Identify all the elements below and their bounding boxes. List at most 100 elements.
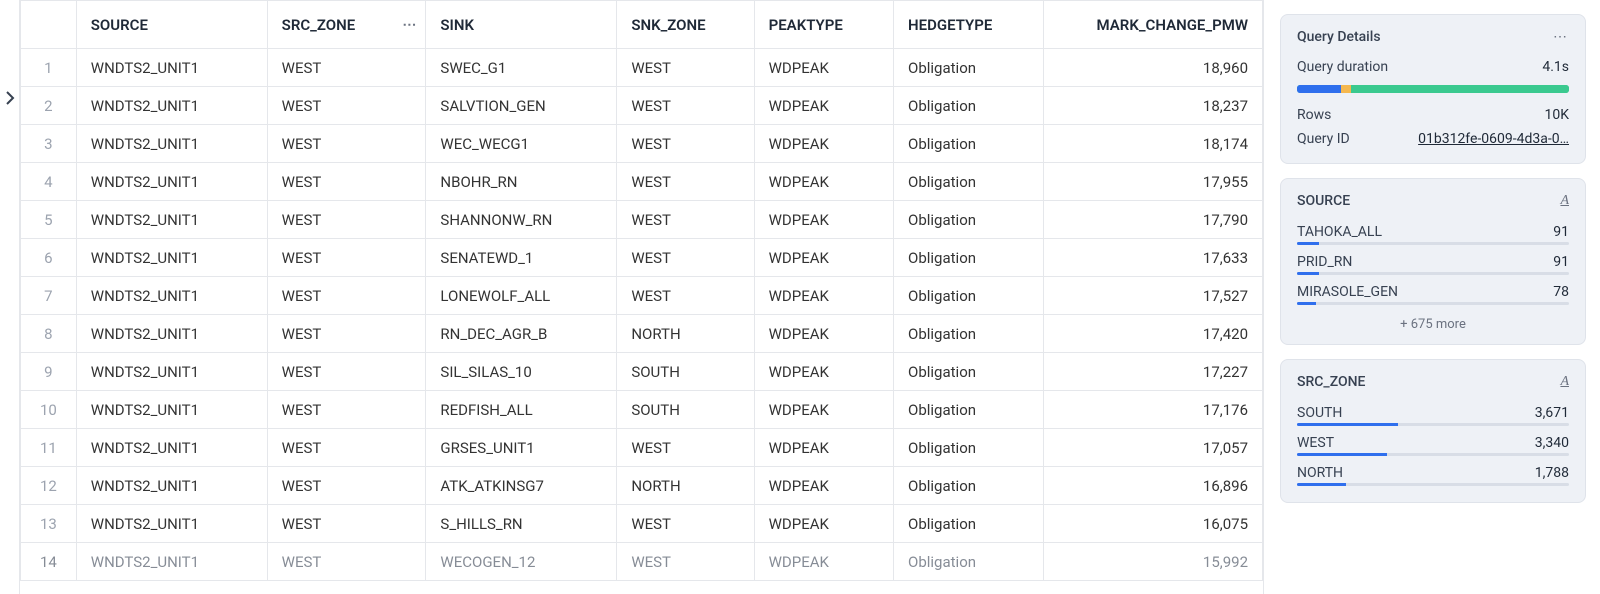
facet-item-count: 78	[1553, 284, 1569, 300]
cell-SNK_ZONE: NORTH	[617, 315, 754, 353]
left-panel-toggle[interactable]	[0, 0, 20, 594]
queryid-label: Query ID	[1297, 131, 1350, 147]
table-row[interactable]: 14WNDTS2_UNIT1WESTWECOGEN_12WESTWDPEAKOb…	[21, 543, 1263, 581]
cell-MARK_CHANGE_PMW: 17,176	[1044, 391, 1263, 429]
facet-bar	[1297, 302, 1569, 305]
cell-SRC_ZONE: WEST	[267, 87, 426, 125]
table-body: 1WNDTS2_UNIT1WESTSWEC_G1WESTWDPEAKObliga…	[21, 49, 1263, 581]
facet-item-label: NORTH	[1297, 465, 1343, 481]
cell-HEDGETYPE: Obligation	[894, 239, 1044, 277]
cell-MARK_CHANGE_PMW: 17,955	[1044, 163, 1263, 201]
table-row[interactable]: 4WNDTS2_UNIT1WESTNBOHR_RNWESTWDPEAKOblig…	[21, 163, 1263, 201]
column-header-MARK_CHANGE_PMW[interactable]: MARK_CHANGE_PMW	[1044, 1, 1263, 49]
rows-value: 10K	[1544, 107, 1569, 123]
cell-SNK_ZONE: NORTH	[617, 467, 754, 505]
cell-SOURCE: WNDTS2_UNIT1	[76, 391, 267, 429]
table-row[interactable]: 6WNDTS2_UNIT1WESTSENATEWD_1WESTWDPEAKObl…	[21, 239, 1263, 277]
column-menu-icon[interactable]: ⋯	[402, 17, 417, 33]
table-row[interactable]: 10WNDTS2_UNIT1WESTREDFISH_ALLSOUTHWDPEAK…	[21, 391, 1263, 429]
column-header-SINK[interactable]: SINK	[426, 1, 617, 49]
cell-SOURCE: WNDTS2_UNIT1	[76, 467, 267, 505]
cell-HEDGETYPE: Obligation	[894, 505, 1044, 543]
cell-PEAKTYPE: WDPEAK	[754, 277, 893, 315]
cell-MARK_CHANGE_PMW: 16,896	[1044, 467, 1263, 505]
table-row[interactable]: 12WNDTS2_UNIT1WESTATK_ATKINSG7NORTHWDPEA…	[21, 467, 1263, 505]
row-number: 11	[21, 429, 77, 467]
cell-PEAKTYPE: WDPEAK	[754, 391, 893, 429]
facet-item-count: 1,788	[1535, 465, 1569, 481]
cell-MARK_CHANGE_PMW: 15,992	[1044, 543, 1263, 581]
type-glyph-icon[interactable]: A	[1560, 374, 1569, 390]
cell-PEAKTYPE: WDPEAK	[754, 353, 893, 391]
cell-SRC_ZONE: WEST	[267, 429, 426, 467]
cell-MARK_CHANGE_PMW: 17,057	[1044, 429, 1263, 467]
cell-HEDGETYPE: Obligation	[894, 353, 1044, 391]
facet-item-count: 91	[1553, 224, 1569, 240]
cell-SNK_ZONE: SOUTH	[617, 353, 754, 391]
cell-SNK_ZONE: WEST	[617, 49, 754, 87]
column-header-rownum[interactable]	[21, 1, 77, 49]
cell-PEAKTYPE: WDPEAK	[754, 429, 893, 467]
row-number: 1	[21, 49, 77, 87]
chevron-right-icon	[1, 80, 19, 116]
details-sidebar: Query Details ⋯ Query duration 4.1s Rows…	[1264, 0, 1600, 594]
cell-MARK_CHANGE_PMW: 17,227	[1044, 353, 1263, 391]
cell-PEAKTYPE: WDPEAK	[754, 239, 893, 277]
table-row[interactable]: 13WNDTS2_UNIT1WESTS_HILLS_RNWESTWDPEAKOb…	[21, 505, 1263, 543]
facet-more-link[interactable]: + 675 more	[1297, 309, 1569, 332]
cell-MARK_CHANGE_PMW: 17,633	[1044, 239, 1263, 277]
cell-SOURCE: WNDTS2_UNIT1	[76, 125, 267, 163]
cell-SRC_ZONE: WEST	[267, 315, 426, 353]
cell-SRC_ZONE: WEST	[267, 239, 426, 277]
facet-item[interactable]: MIRASOLE_GEN 78	[1297, 279, 1569, 302]
table-row[interactable]: 11WNDTS2_UNIT1WESTGRSES_UNIT1WESTWDPEAKO…	[21, 429, 1263, 467]
cell-SINK: SENATEWD_1	[426, 239, 617, 277]
table-row[interactable]: 2WNDTS2_UNIT1WESTSALVTION_GENWESTWDPEAKO…	[21, 87, 1263, 125]
table-row[interactable]: 9WNDTS2_UNIT1WESTSIL_SILAS_10SOUTHWDPEAK…	[21, 353, 1263, 391]
cell-SOURCE: WNDTS2_UNIT1	[76, 201, 267, 239]
cell-PEAKTYPE: WDPEAK	[754, 201, 893, 239]
row-number: 10	[21, 391, 77, 429]
table-row[interactable]: 7WNDTS2_UNIT1WESTLONEWOLF_ALLWESTWDPEAKO…	[21, 277, 1263, 315]
results-table: SOURCESRC_ZONE⋯SINKSNK_ZONEPEAKTYPEHEDGE…	[20, 0, 1263, 581]
column-header-HEDGETYPE[interactable]: HEDGETYPE	[894, 1, 1044, 49]
cell-SOURCE: WNDTS2_UNIT1	[76, 87, 267, 125]
cell-HEDGETYPE: Obligation	[894, 391, 1044, 429]
column-header-SOURCE[interactable]: SOURCE	[76, 1, 267, 49]
table-row[interactable]: 3WNDTS2_UNIT1WESTWEC_WECG1WESTWDPEAKObli…	[21, 125, 1263, 163]
cell-PEAKTYPE: WDPEAK	[754, 125, 893, 163]
facet-item-count: 91	[1553, 254, 1569, 270]
facet-item[interactable]: PRID_RN 91	[1297, 249, 1569, 272]
cell-SRC_ZONE: WEST	[267, 543, 426, 581]
cell-PEAKTYPE: WDPEAK	[754, 505, 893, 543]
column-header-PEAKTYPE[interactable]: PEAKTYPE	[754, 1, 893, 49]
facet-item-label: MIRASOLE_GEN	[1297, 284, 1398, 300]
more-icon[interactable]: ⋯	[1553, 29, 1569, 45]
table-row[interactable]: 8WNDTS2_UNIT1WESTRN_DEC_AGR_BNORTHWDPEAK…	[21, 315, 1263, 353]
cell-SNK_ZONE: WEST	[617, 125, 754, 163]
queryid-link[interactable]: 01b312fe-0609-4d3a-0…	[1418, 131, 1569, 147]
facet-card-SOURCE: SOURCEATAHOKA_ALL91PRID_RN91MIRASOLE_GEN…	[1280, 178, 1586, 345]
cell-MARK_CHANGE_PMW: 18,237	[1044, 87, 1263, 125]
cell-SRC_ZONE: WEST	[267, 505, 426, 543]
facet-item[interactable]: NORTH 1,788	[1297, 460, 1569, 483]
row-number: 14	[21, 543, 77, 581]
type-glyph-icon[interactable]: A	[1560, 193, 1569, 209]
facet-item-label: PRID_RN	[1297, 254, 1352, 270]
cell-SINK: RN_DEC_AGR_B	[426, 315, 617, 353]
table-row[interactable]: 1WNDTS2_UNIT1WESTSWEC_G1WESTWDPEAKObliga…	[21, 49, 1263, 87]
facet-item[interactable]: SOUTH3,671	[1297, 400, 1569, 423]
facet-item[interactable]: WEST3,340	[1297, 430, 1569, 453]
cell-SINK: REDFISH_ALL	[426, 391, 617, 429]
facet-item[interactable]: TAHOKA_ALL91	[1297, 219, 1569, 242]
column-header-SNK_ZONE[interactable]: SNK_ZONE	[617, 1, 754, 49]
cell-SRC_ZONE: WEST	[267, 467, 426, 505]
column-header-SRC_ZONE[interactable]: SRC_ZONE⋯	[267, 1, 426, 49]
cell-SNK_ZONE: WEST	[617, 87, 754, 125]
table-row[interactable]: 5WNDTS2_UNIT1WESTSHANNONW_RNWESTWDPEAKOb…	[21, 201, 1263, 239]
cell-HEDGETYPE: Obligation	[894, 543, 1044, 581]
cell-SINK: SIL_SILAS_10	[426, 353, 617, 391]
cell-SOURCE: WNDTS2_UNIT1	[76, 277, 267, 315]
cell-HEDGETYPE: Obligation	[894, 467, 1044, 505]
cell-SOURCE: WNDTS2_UNIT1	[76, 429, 267, 467]
